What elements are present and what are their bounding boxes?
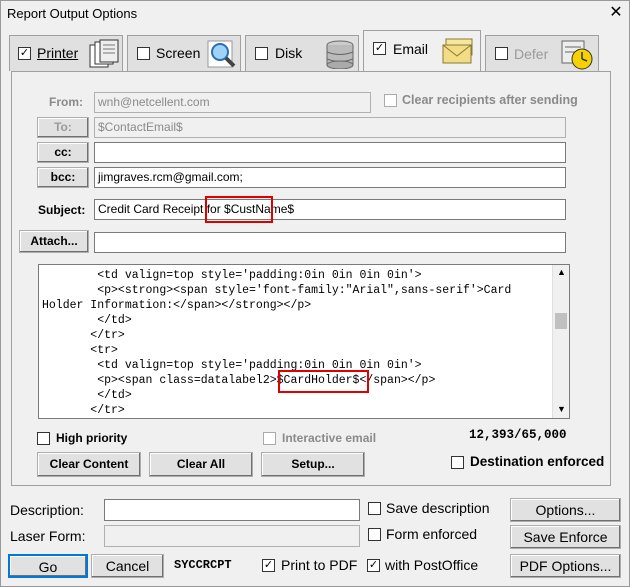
tab-email-label: Email [393, 41, 429, 57]
cardholder-variable-highlight [278, 370, 369, 393]
form-enforced-label: Form enforced [386, 526, 478, 542]
subject-label: Subject: [38, 203, 86, 217]
destination-enforced-checkbox[interactable] [451, 456, 464, 469]
tab-disk-label: Disk [275, 45, 303, 61]
email-body-line: <p><strong><span style='font-family:"Ari… [42, 284, 512, 297]
tab-disk[interactable]: Disk [245, 35, 359, 71]
envelope-icon [442, 38, 473, 64]
description-label: Description: [10, 502, 84, 518]
email-body-line: <td valign=top style='padding:0in 0in 0i… [42, 359, 422, 372]
setup-button[interactable]: Setup... [261, 452, 365, 477]
high-priority-label: High priority [56, 431, 128, 445]
pdf-options-button[interactable]: PDF Options... [510, 554, 621, 578]
with-postoffice-label: with PostOffice [385, 557, 479, 573]
bcc-button[interactable]: bcc: [37, 167, 89, 188]
description-field[interactable] [104, 499, 360, 521]
scroll-up-icon[interactable]: ▲ [557, 267, 566, 277]
save-description-label: Save description [386, 500, 490, 516]
clear-recipients-label: Clear recipients after sending [402, 93, 578, 107]
window-title: Report Output Options [7, 6, 138, 21]
tab-screen-label: Screen [156, 45, 201, 61]
email-body-line: Holder Information:</span></strong></p> [42, 299, 312, 312]
email-body-line: </td> [42, 314, 132, 327]
tab-defer-label: Defer [514, 46, 549, 62]
tab-printer[interactable]: ✓ Printer [9, 35, 123, 71]
disk-checkbox[interactable] [255, 47, 268, 60]
email-body-line: </td> [42, 389, 132, 402]
body-scrollbar[interactable]: ▲ ▼ [552, 265, 569, 418]
printer-checkbox[interactable]: ✓ [18, 47, 31, 60]
print-to-pdf-label: Print to PDF [281, 557, 358, 573]
scroll-down-icon[interactable]: ▼ [557, 404, 566, 414]
email-body-line: <p><span class=datalabel2>$CardHolder$</… [42, 374, 436, 387]
save-enforce-button[interactable]: Save Enforce [510, 525, 621, 549]
clear-all-button[interactable]: Clear All [149, 452, 253, 477]
email-body-editor[interactable]: <td valign=top style='padding:0in 0in 0i… [38, 264, 570, 419]
clear-content-button[interactable]: Clear Content [37, 452, 141, 477]
go-button[interactable]: Go [8, 554, 88, 578]
email-body-line: <tr> [42, 344, 118, 357]
from-field[interactable]: wnh@netcellent.com [94, 92, 371, 113]
bcc-field[interactable]: jimgraves.rcm@gmail.com; [94, 167, 566, 188]
laser-form-label: Laser Form: [10, 528, 86, 544]
cc-field[interactable] [94, 142, 566, 163]
high-priority-checkbox[interactable] [37, 432, 50, 445]
tab-defer[interactable]: Defer [485, 35, 599, 71]
subject-variable-highlight [205, 196, 273, 223]
attach-button[interactable]: Attach... [19, 230, 89, 253]
defer-checkbox[interactable] [495, 47, 508, 60]
email-body-line: </tr> [42, 404, 125, 417]
tab-screen[interactable]: Screen [127, 35, 241, 71]
clock-icon [561, 40, 593, 70]
magnifier-icon [207, 40, 236, 68]
report-code: SYCCRCPT [174, 558, 232, 572]
attach-field[interactable] [94, 232, 566, 253]
scroll-thumb[interactable] [555, 313, 567, 329]
subject-field[interactable]: Credit Card Receipt for $CustName$ [94, 199, 566, 220]
email-body-text: <td valign=top style='padding:0in 0in 0i… [42, 268, 511, 418]
disk-stack-icon [326, 40, 354, 69]
screen-checkbox[interactable] [137, 47, 150, 60]
email-body-line: <td valign=top style='padding:0in 0in 0i… [42, 269, 422, 282]
report-output-options-window: Report Output Options ✕ ✓ Printer Screen… [0, 0, 630, 587]
to-field[interactable]: $ContactEmail$ [94, 117, 566, 138]
save-description-checkbox[interactable] [368, 502, 381, 515]
tab-printer-label: Printer [37, 45, 79, 61]
destination-enforced-label: Destination enforced [470, 454, 605, 469]
interactive-email-checkbox[interactable] [263, 432, 276, 445]
to-button[interactable]: To: [37, 117, 89, 138]
with-postoffice-checkbox[interactable]: ✓ [367, 559, 380, 572]
close-icon[interactable]: ✕ [606, 3, 626, 23]
tab-email[interactable]: ✓ Email [363, 30, 481, 72]
options-button[interactable]: Options... [510, 498, 621, 522]
email-checkbox[interactable]: ✓ [373, 42, 386, 55]
laser-form-field[interactable] [104, 525, 360, 547]
email-body-line: </tr> [42, 329, 125, 342]
form-enforced-checkbox[interactable] [368, 528, 381, 541]
cc-button[interactable]: cc: [37, 142, 89, 163]
clear-recipients-checkbox[interactable] [384, 94, 397, 107]
cancel-button[interactable]: Cancel [91, 554, 164, 578]
char-count: 12,393/65,000 [469, 428, 567, 442]
printer-pages-icon [89, 39, 119, 68]
print-to-pdf-checkbox[interactable]: ✓ [262, 559, 275, 572]
from-label: From: [49, 95, 83, 109]
interactive-email-label: Interactive email [282, 431, 377, 445]
